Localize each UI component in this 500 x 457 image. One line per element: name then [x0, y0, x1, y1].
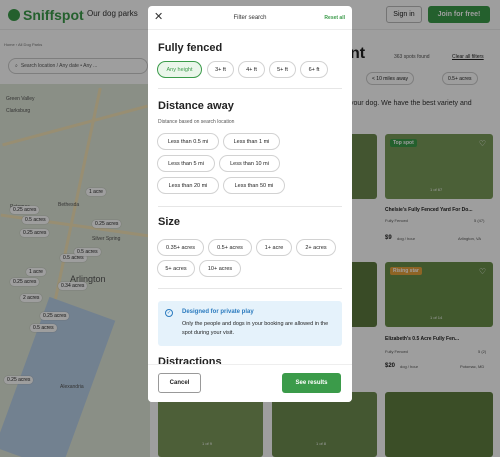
fence-option-6ft[interactable]: 6+ ft [300, 61, 328, 78]
divider [158, 206, 342, 207]
distance-option-50[interactable]: Less than 50 mi [223, 177, 285, 194]
distance-subtitle: Distance based on search location [158, 119, 235, 125]
divider [158, 288, 342, 289]
see-results-button[interactable]: See results [282, 373, 341, 393]
distance-heading: Distance away [158, 100, 234, 112]
private-play-info: ✓ Designed for private play Only the peo… [158, 301, 342, 346]
distance-option-0-5[interactable]: Less than 0.5 mi [157, 133, 219, 150]
info-title: Designed for private play [182, 309, 254, 315]
modal-title: Filter search [233, 15, 267, 21]
info-paw-icon: ✓ [165, 309, 173, 317]
divider [158, 88, 342, 89]
distance-option-5[interactable]: Less than 5 mi [157, 155, 215, 172]
reset-all-button[interactable]: Reset all [324, 15, 345, 21]
size-option-10[interactable]: 10+ acres [199, 260, 241, 277]
size-heading: Size [158, 216, 181, 228]
size-option-0-5[interactable]: 0.5+ acres [208, 239, 252, 256]
filter-modal: ✕ Filter search Reset all Fully fenced A… [148, 6, 352, 402]
size-option-1[interactable]: 1+ acre [256, 239, 292, 256]
fence-option-any[interactable]: Any height [157, 61, 202, 78]
size-option-5[interactable]: 5+ acres [157, 260, 195, 277]
size-option-2[interactable]: 2+ acres [296, 239, 336, 256]
distance-option-10[interactable]: Less than 10 mi [219, 155, 280, 172]
size-option-0-35[interactable]: 0.35+ acres [157, 239, 204, 256]
fence-option-3ft[interactable]: 3+ ft [207, 61, 234, 78]
distance-option-20[interactable]: Less than 20 mi [157, 177, 219, 194]
fence-option-4ft[interactable]: 4+ ft [238, 61, 265, 78]
distance-option-1[interactable]: Less than 1 mi [223, 133, 280, 150]
modal-header: ✕ Filter search Reset all [148, 6, 352, 30]
modal-footer: Cancel See results [148, 364, 352, 402]
info-text: Only the people and dogs in your booking… [182, 321, 329, 336]
cancel-button[interactable]: Cancel [158, 373, 201, 393]
fence-option-5ft[interactable]: 5+ ft [269, 61, 296, 78]
fenced-heading: Fully fenced [158, 42, 223, 54]
